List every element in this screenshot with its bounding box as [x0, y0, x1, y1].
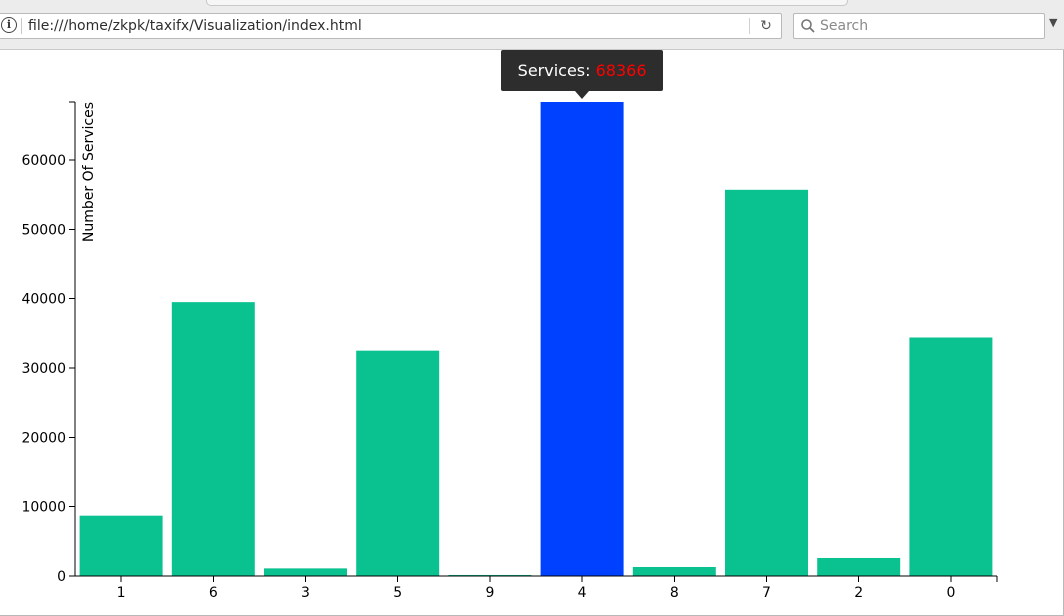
- x-tick-label-5: 5: [393, 585, 402, 601]
- bar-7[interactable]: [725, 189, 808, 576]
- bar-2[interactable]: [817, 557, 901, 576]
- x-tick-label-7: 7: [762, 585, 771, 601]
- y-tick-label-30000: 30000: [21, 361, 66, 377]
- bar-5[interactable]: [356, 350, 440, 576]
- search-icon: [801, 19, 815, 33]
- y-tick-label-0: 0: [57, 569, 66, 585]
- tab-strip-edge: [206, 0, 848, 6]
- tooltip: Services: 68366: [501, 50, 664, 99]
- scroll-down-arrow-icon[interactable]: ▼: [1049, 16, 1057, 29]
- reload-icon[interactable]: ↻: [757, 17, 775, 35]
- x-tick-label-1: 1: [117, 585, 126, 601]
- x-tick-label-4: 4: [578, 585, 587, 601]
- bar-6[interactable]: [171, 302, 255, 576]
- url-divider: [21, 18, 22, 34]
- y-tick-label-60000: 60000: [21, 153, 66, 169]
- bar-8[interactable]: [632, 566, 716, 576]
- bar-1[interactable]: [79, 515, 163, 576]
- bar-3[interactable]: [264, 568, 347, 576]
- y-tick-label-40000: 40000: [21, 292, 66, 308]
- y-tick-label-10000: 10000: [21, 500, 66, 516]
- tooltip-value: 68366: [595, 61, 647, 80]
- y-axis-title: Number Of Services: [81, 102, 97, 242]
- y-tick-label-50000: 50000: [21, 222, 66, 238]
- url-text[interactable]: file:///home/zkpk/taxifx/Visualization/i…: [28, 18, 362, 34]
- browser-window: i file:///home/zkpk/taxifx/Visualization…: [0, 0, 1064, 616]
- y-axis-ticks: 0 10000 20000 30000 40000 50000 60000: [21, 153, 75, 585]
- x-tick-label-0: 0: [946, 585, 955, 601]
- x-tick-label-8: 8: [670, 585, 679, 601]
- y-tick-label-20000: 20000: [21, 430, 66, 446]
- x-tick-label-9: 9: [485, 585, 494, 601]
- tooltip-label: Services:: [517, 61, 591, 80]
- bar-4[interactable]: [540, 102, 624, 576]
- x-axis-ticks: 1 6 3 5 9 4 8 7 2 0: [117, 576, 955, 601]
- x-tick-label-2: 2: [854, 585, 863, 601]
- url-bar[interactable]: i file:///home/zkpk/taxifx/Visualization…: [0, 13, 782, 39]
- search-bar[interactable]: Search: [793, 13, 1045, 39]
- reload-divider: [749, 18, 750, 34]
- browser-toolbar: i file:///home/zkpk/taxifx/Visualization…: [0, 0, 1064, 50]
- search-input[interactable]: Search: [820, 18, 868, 34]
- bar-group: [79, 102, 993, 577]
- page-info-icon[interactable]: i: [1, 17, 17, 33]
- x-tick-label-6: 6: [209, 585, 218, 601]
- bar-0[interactable]: [909, 337, 993, 577]
- bar-chart: 0 10000 20000 30000 40000 50000 60000 1 6 3 5 9 4 8 7…: [21, 101, 998, 601]
- x-tick-label-3: 3: [301, 585, 310, 601]
